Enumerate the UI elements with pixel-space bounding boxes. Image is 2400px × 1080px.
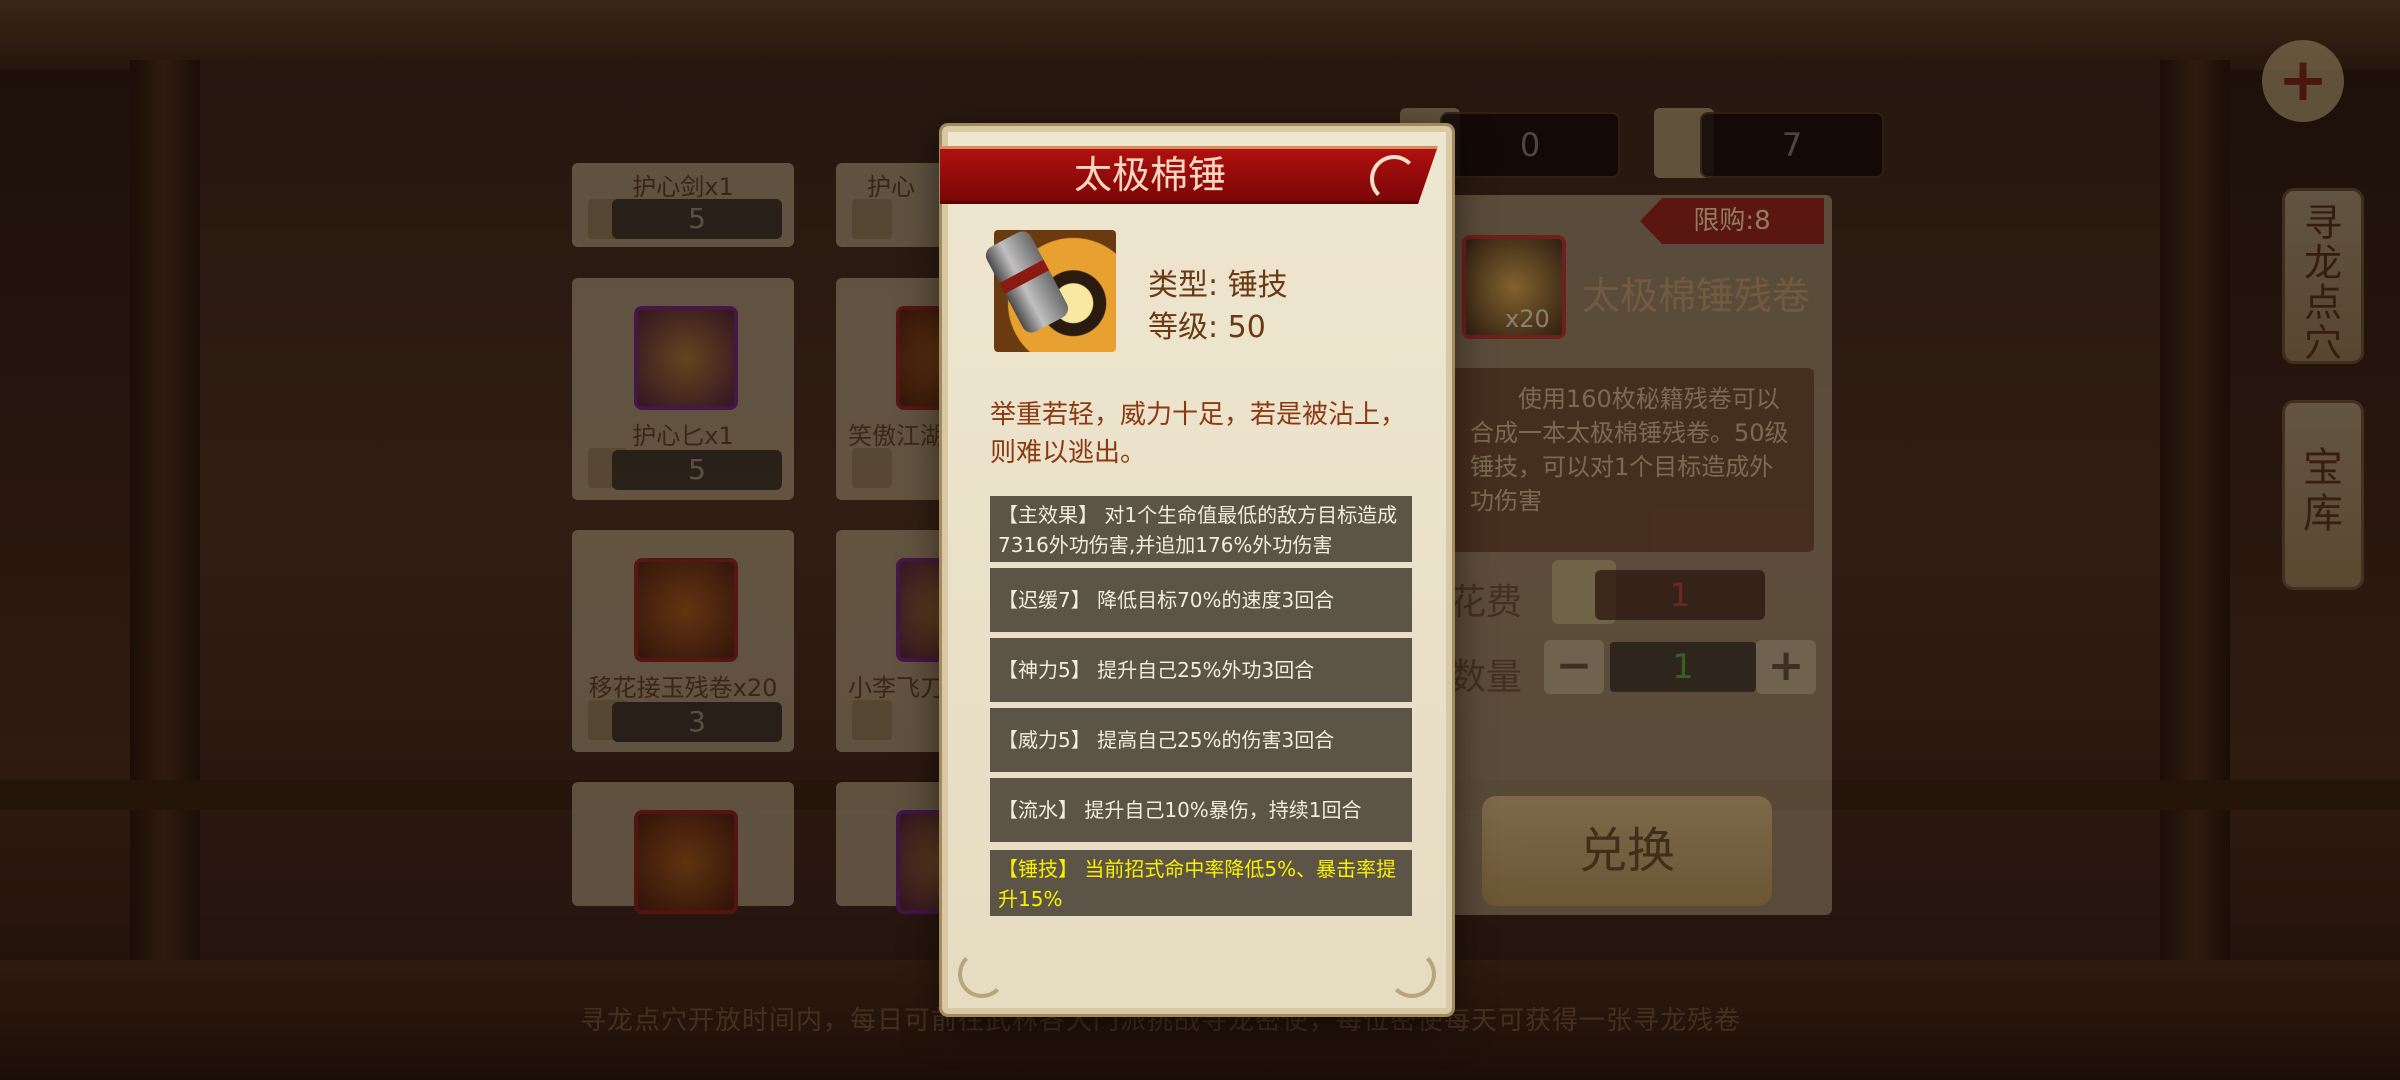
hammer-skill-icon — [982, 227, 1116, 352]
hammer-icon — [982, 227, 1072, 337]
popup-header: 太极棉锤 — [940, 146, 1438, 204]
effect-row: 【迟缓7】 降低目标70%的速度3回合 — [990, 568, 1412, 632]
corner-ornament-icon — [1388, 950, 1436, 998]
effect-row-highlight: 【锤技】 当前招式命中率降低5%、暴击率提升15% — [990, 850, 1412, 916]
skill-info-popup: 太极棉锤 类型: 锤技 等级: 50 举重若轻，威力十足，若是被沾上，则难以逃出… — [940, 126, 1452, 1014]
skill-level: 等级: 50 — [1148, 310, 1266, 345]
corner-ornament-icon — [958, 950, 1006, 998]
effect-row: 【威力5】 提高自己25%的伤害3回合 — [990, 708, 1412, 772]
popup-title: 太极棉锤 — [1073, 153, 1226, 197]
effect-row: 【主效果】 对1个生命值最低的敌方目标造成7316外功伤害,并追加176%外功伤… — [990, 496, 1412, 562]
effect-row: 【神力5】 提升自己25%外功3回合 — [990, 638, 1412, 702]
skill-flavor-text: 举重若轻，威力十足，若是被沾上，则难以逃出。 — [990, 400, 1407, 468]
effect-row: 【流水】 提升自己10%暴伤，持续1回合 — [990, 778, 1412, 842]
swirl-ornament-icon — [1370, 155, 1418, 203]
skill-type: 类型: 锤技 — [1148, 268, 1288, 303]
